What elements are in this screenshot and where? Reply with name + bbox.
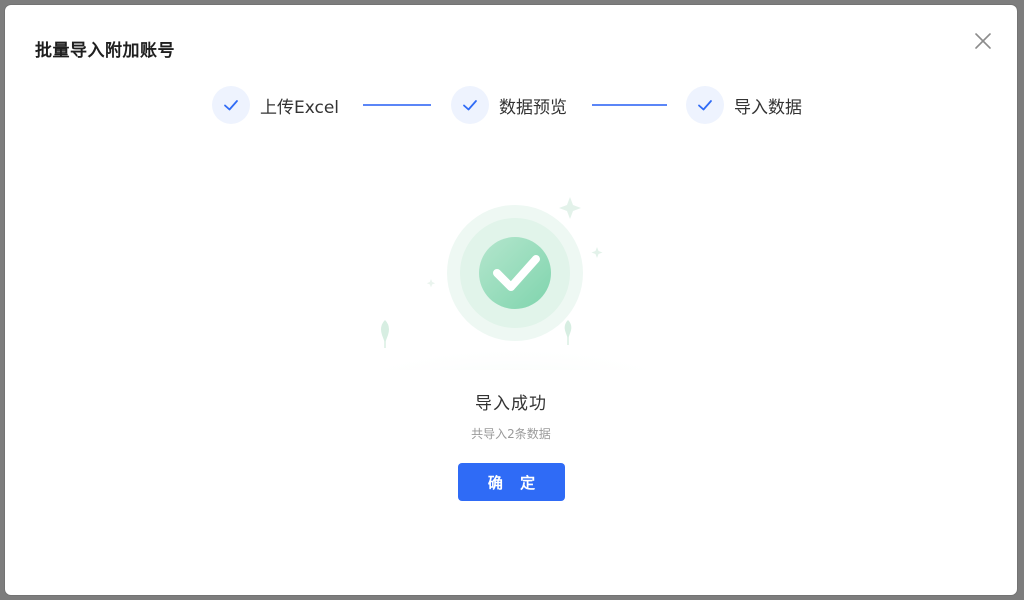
check-icon (463, 100, 477, 111)
check-icon (698, 100, 712, 111)
step-label: 数据预览 (499, 97, 567, 118)
step-connector (592, 104, 667, 106)
step-data-preview: 数据预览 (451, 83, 567, 127)
success-illustration (365, 185, 665, 400)
step-label: 上传Excel (260, 97, 340, 118)
dialog-title: 批量导入附加账号 (35, 41, 175, 61)
step-upload-excel: 上传Excel (212, 83, 339, 127)
success-check-icon (375, 197, 655, 400)
result-subtitle: 共导入2条数据 (471, 427, 551, 441)
import-dialog: 批量导入附加账号 上传Excel 数据预览 导入数据 导入成功 共导入2条数据 … (5, 5, 1017, 595)
step-connector (363, 104, 431, 106)
step-label: 导入数据 (734, 97, 802, 118)
result-title: 导入成功 (475, 394, 547, 414)
step-import-data: 导入数据 (686, 83, 802, 127)
confirm-button[interactable]: 确 定 (458, 463, 565, 501)
steps-bar: 上传Excel 数据预览 导入数据 (5, 83, 1017, 127)
step-circle (686, 86, 724, 124)
step-circle (451, 86, 489, 124)
close-icon (975, 33, 991, 49)
check-icon (224, 100, 238, 111)
close-button[interactable] (971, 29, 995, 53)
step-circle (212, 86, 250, 124)
